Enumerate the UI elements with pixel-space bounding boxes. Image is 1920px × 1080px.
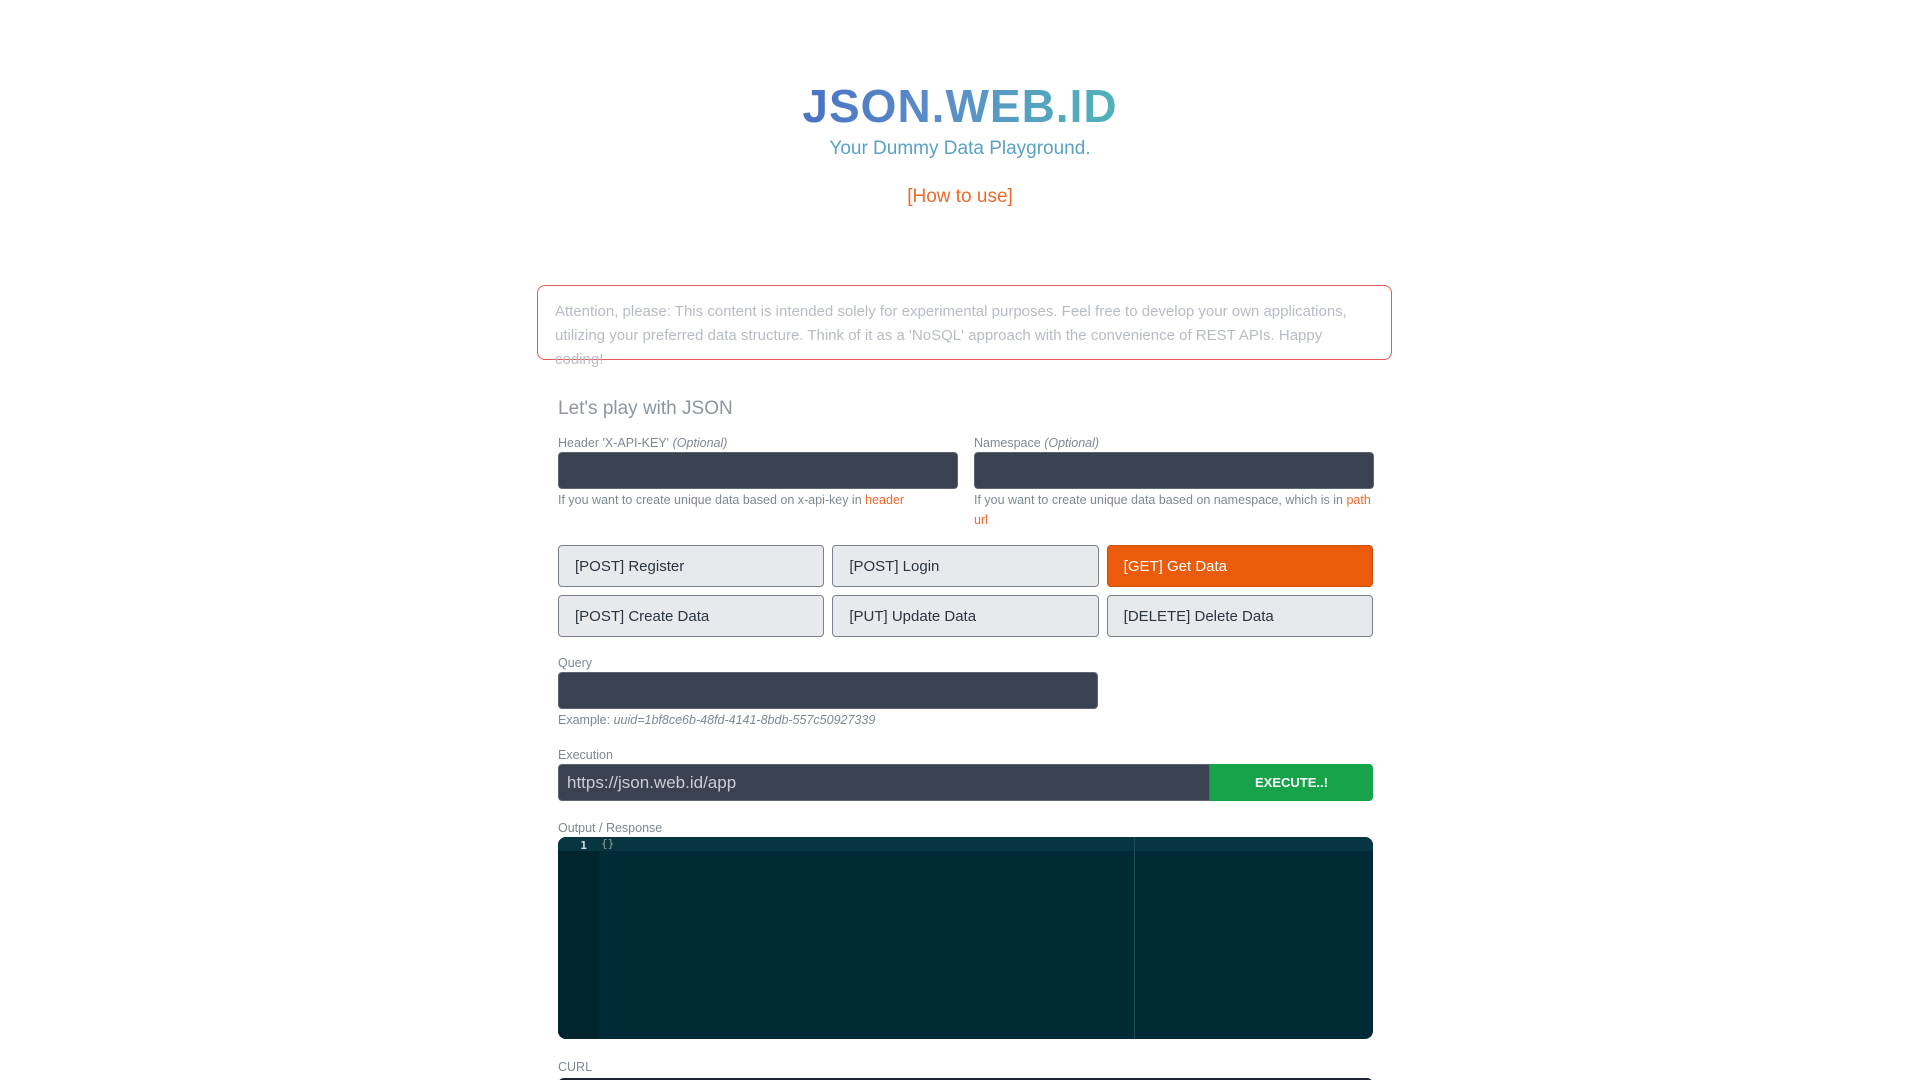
namespace-group: Namespace (Optional) If you want to crea… [974, 436, 1374, 530]
api-key-optional-text: (Optional) [672, 436, 728, 450]
output-editor[interactable]: 1 {} [558, 837, 1373, 1039]
query-group: Query Example: uuid=1bf8ce6b-48fd-4141-8… [558, 656, 1098, 730]
login-button[interactable]: [POST] Login [832, 545, 1099, 587]
page: JSON.WEB.ID Your Dummy Data Playground. … [0, 0, 1920, 1080]
api-key-group: Header 'X-API-KEY' (Optional) If you wan… [558, 436, 958, 530]
output-label: Output / Response [558, 821, 663, 835]
json-playground-form: Let's play with JSON Header 'X-API-KEY' … [558, 398, 1374, 1080]
config-row: Header 'X-API-KEY' (Optional) If you wan… [558, 436, 1374, 530]
section-title: Let's play with JSON [558, 398, 733, 419]
api-key-hint: If you want to create unique data based … [558, 490, 958, 510]
api-key-hint-text: If you want to create unique data based … [558, 493, 862, 507]
output-group: Output / Response 1 {} [558, 821, 1373, 1039]
hero-header: JSON.WEB.ID Your Dummy Data Playground. … [0, 78, 1920, 208]
namespace-input[interactable] [974, 452, 1374, 489]
update-data-button[interactable]: [PUT] Update Data [832, 595, 1099, 637]
gutter-active-line [558, 837, 599, 851]
execution-group: Execution https://json.web.id/app EXECUT… [558, 748, 1373, 801]
namespace-hint-text: If you want to create unique data based … [974, 493, 1343, 507]
query-example-value: uuid=1bf8ce6b-48fd-4141-8bdb-557c5092733… [613, 713, 876, 727]
namespace-optional-text: (Optional) [1044, 436, 1100, 450]
execution-label: Execution [558, 748, 613, 762]
query-input[interactable] [558, 672, 1098, 709]
execute-button[interactable]: EXECUTE..! [1210, 764, 1373, 801]
site-tagline: Your Dummy Data Playground. [829, 138, 1091, 159]
api-key-input[interactable] [558, 452, 958, 489]
output-response-content: {} [601, 837, 615, 850]
namespace-hint: If you want to create unique data based … [974, 490, 1374, 530]
api-key-label: Header 'X-API-KEY' (Optional) [558, 436, 958, 450]
site-title: JSON.WEB.ID [802, 80, 1118, 132]
execution-url-field[interactable]: https://json.web.id/app [558, 764, 1210, 801]
editor-active-line [599, 837, 1373, 851]
create-data-button[interactable]: [POST] Create Data [558, 595, 825, 637]
execution-row: https://json.web.id/app EXECUTE..! [558, 764, 1373, 801]
editor-code-area[interactable]: {} [599, 837, 1373, 1039]
editor-gutter: 1 [558, 837, 599, 1039]
curl-group: CURL [558, 1060, 1373, 1080]
line-number: 1 [580, 839, 587, 852]
attention-alert: Attention, please: This content is inten… [537, 285, 1392, 368]
delete-data-button[interactable]: [DELETE] Delete Data [1106, 595, 1373, 637]
query-label: Query [558, 656, 593, 670]
query-example: Example: uuid=1bf8ce6b-48fd-4141-8bdb-55… [558, 710, 1098, 730]
endpoint-button-grid: [POST] Register [POST] Login [GET] Get D… [558, 545, 1373, 637]
query-example-prefix: Example: [558, 713, 611, 727]
api-key-label-text: Header 'X-API-KEY' [558, 436, 670, 450]
editor-print-margin [1134, 837, 1135, 1039]
namespace-label-text: Namespace [974, 436, 1041, 450]
how-to-use-link[interactable]: [How to use] [907, 186, 1013, 208]
get-data-button[interactable]: [GET] Get Data [1106, 545, 1373, 587]
curl-label: CURL [558, 1060, 593, 1074]
namespace-label: Namespace (Optional) [974, 436, 1374, 450]
api-key-hint-accent: header [865, 493, 905, 507]
register-button[interactable]: [POST] Register [558, 545, 825, 587]
